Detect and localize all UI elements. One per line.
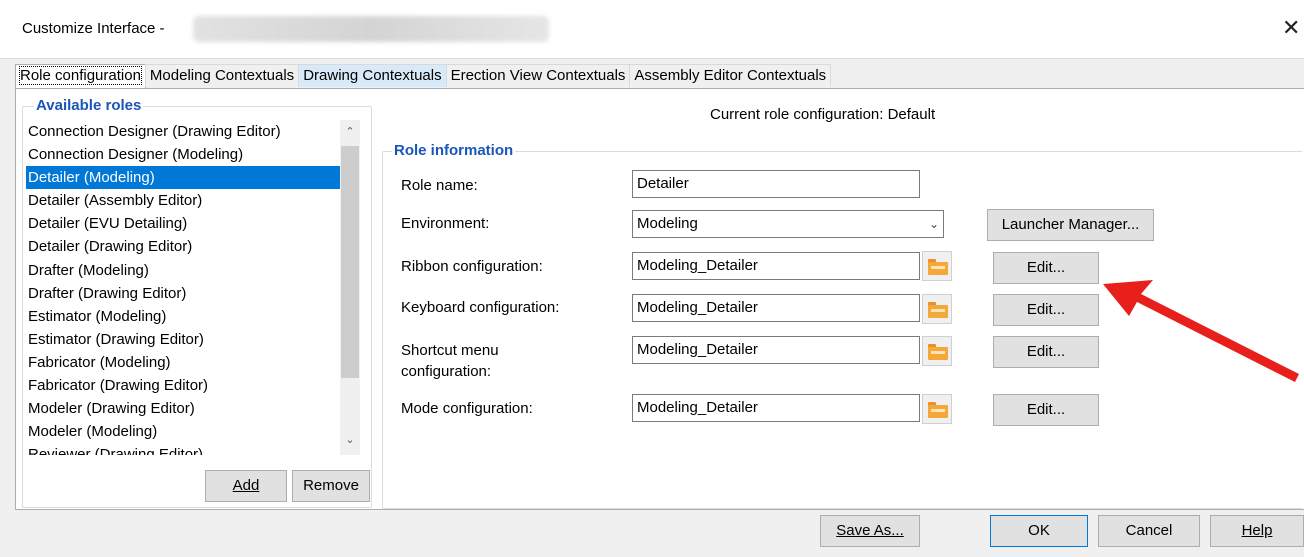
roles-list[interactable]: Connection Designer (Drawing Editor) Con… [26,120,360,455]
list-item[interactable]: Drafter (Drawing Editor) [26,282,360,305]
chevron-down-icon: ⌄ [928,217,939,231]
roles-scrollbar[interactable]: ⌃ ⌄ [340,120,360,455]
tab-assembly-editor-contextuals[interactable]: Assembly Editor Contextuals [629,64,832,87]
role-information-legend: Role information [392,142,516,159]
mode-configuration-label: Mode configuration: [401,400,533,417]
role-name-label: Role name: [401,177,478,194]
folder-icon[interactable] [922,251,952,281]
mode-edit-button[interactable]: Edit... [993,394,1099,426]
list-item[interactable]: Modeler (Modeling) [26,420,360,443]
redacted-filename [193,16,549,42]
scroll-thumb[interactable] [341,146,359,378]
shortcut-menu-edit-button[interactable]: Edit... [993,336,1099,368]
ribbon-edit-button[interactable]: Edit... [993,252,1099,284]
keyboard-configuration-input[interactable]: Modeling_Detailer [632,294,920,322]
shortcut-menu-configuration-input[interactable]: Modeling_Detailer [632,336,920,364]
add-role-button[interactable]: Add [205,470,287,502]
tab-modeling-contextuals[interactable]: Modeling Contextuals [144,64,300,87]
ribbon-configuration-input[interactable]: Modeling_Detailer [632,252,920,280]
shortcut-menu-label-line1: Shortcut menu [401,342,499,359]
list-item-selected[interactable]: Detailer (Modeling) [26,166,360,190]
shortcut-menu-label-line2: configuration: [401,363,492,380]
list-item[interactable]: Connection Designer (Drawing Editor) [26,120,360,143]
save-as-button[interactable]: Save As... [820,515,920,547]
list-item[interactable]: Fabricator (Modeling) [26,351,360,374]
list-item[interactable]: Reviewer (Drawing Editor) [26,443,360,455]
scroll-up-icon[interactable]: ⌃ [340,122,360,142]
list-item[interactable]: Fabricator (Drawing Editor) [26,374,360,397]
title-bar: Customize Interface - ✕ [0,0,1304,59]
folder-icon[interactable] [922,294,952,324]
list-item[interactable]: Drafter (Modeling) [26,259,360,282]
environment-label: Environment: [401,215,490,232]
close-icon[interactable]: ✕ [1282,14,1304,42]
list-item[interactable]: Detailer (Assembly Editor) [26,189,360,212]
list-item[interactable]: Connection Designer (Modeling) [26,143,360,166]
launcher-manager-button[interactable]: Launcher Manager... [987,209,1154,241]
keyboard-configuration-label: Keyboard configuration: [401,299,560,316]
environment-select[interactable]: Modeling ⌄ [632,210,944,238]
keyboard-edit-button[interactable]: Edit... [993,294,1099,326]
window-title: Customize Interface - [22,20,165,37]
scroll-down-icon[interactable]: ⌄ [340,430,360,450]
list-item[interactable]: Estimator (Modeling) [26,305,360,328]
annotation-arrow-icon [1103,280,1299,382]
list-item[interactable]: Modeler (Drawing Editor) [26,397,360,420]
tab-erection-view-contextuals[interactable]: Erection View Contextuals [445,64,631,87]
ribbon-configuration-label: Ribbon configuration: [401,258,543,275]
cancel-button[interactable]: Cancel [1098,515,1200,547]
tab-drawing-contextuals[interactable]: Drawing Contextuals [298,64,447,87]
ok-button[interactable]: OK [990,515,1088,547]
tab-role-configuration[interactable]: Role configuration [15,64,146,89]
remove-role-button[interactable]: Remove [292,470,370,502]
tab-strip: Role configuration Modeling Contextuals … [15,64,832,89]
list-item[interactable]: Detailer (Drawing Editor) [26,235,360,258]
list-item[interactable]: Detailer (EVU Detailing) [26,212,360,235]
help-button[interactable]: Help [1210,515,1304,547]
list-item[interactable]: Estimator (Drawing Editor) [26,328,360,351]
folder-icon[interactable] [922,394,952,424]
mode-configuration-input[interactable]: Modeling_Detailer [632,394,920,422]
role-name-input[interactable]: Detailer [632,170,920,198]
available-roles-legend: Available roles [34,97,144,114]
current-role-label: Current role configuration: Default [710,106,936,123]
folder-icon[interactable] [922,336,952,366]
